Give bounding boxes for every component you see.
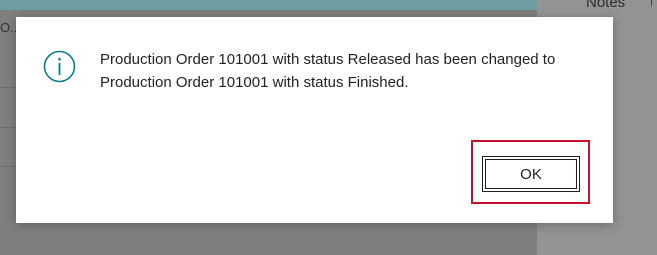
- background-divider: [651, 0, 652, 6]
- background-row-divider: [0, 166, 15, 167]
- ok-button[interactable]: OK: [482, 156, 580, 192]
- dialog-message: Production Order 101001 with status Rele…: [100, 51, 556, 91]
- background-row-divider: [0, 87, 15, 88]
- info-icon: [43, 50, 76, 83]
- background-notes-label: Notes: [586, 0, 626, 11]
- message-dialog: Production Order 101001 with status Rele…: [16, 17, 613, 223]
- background-row-divider: [0, 127, 15, 128]
- background-header-bar: [0, 0, 537, 10]
